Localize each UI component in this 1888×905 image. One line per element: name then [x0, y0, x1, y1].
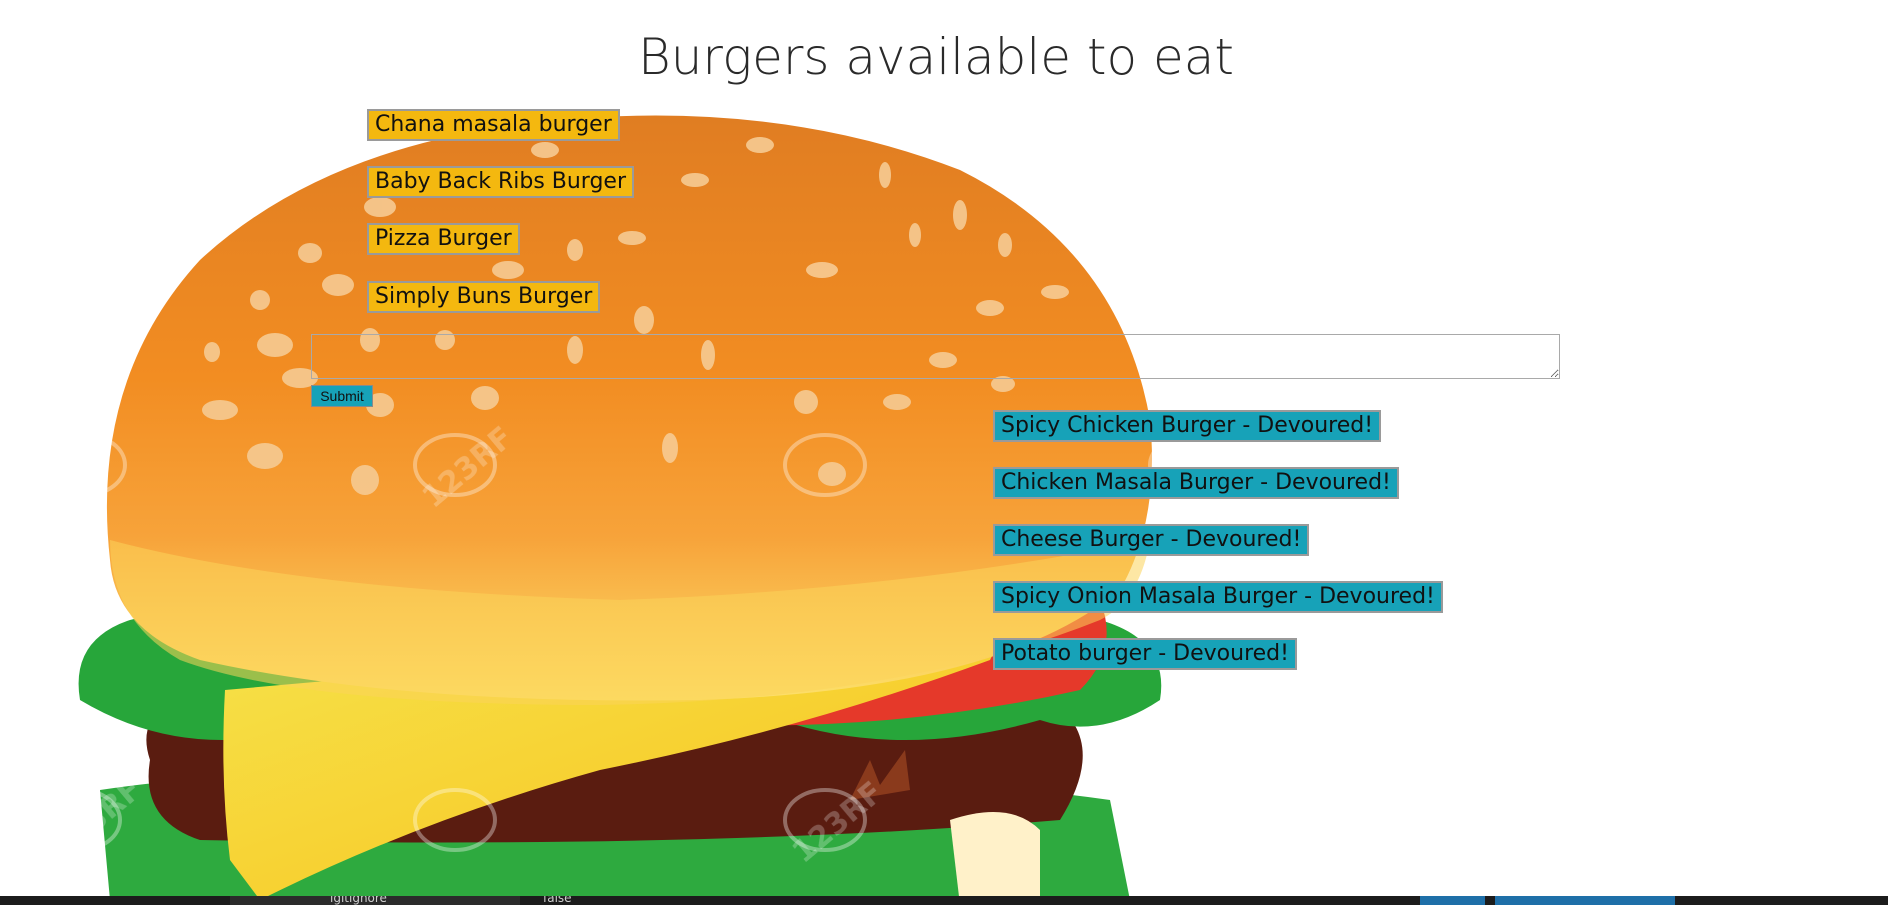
bottom-taskbar: igitignore false: [0, 896, 1888, 905]
devoured-burger-item[interactable]: Potato burger - Devoured!: [993, 638, 1297, 670]
devoured-burger-item[interactable]: Chicken Masala Burger - Devoured!: [993, 467, 1399, 499]
burger-background-image: [78, 115, 1162, 905]
burger-to-eat-button[interactable]: Chana masala burger: [367, 109, 620, 141]
burger-to-eat-button[interactable]: Pizza Burger: [367, 223, 520, 255]
taskbar-item-label: false: [543, 896, 572, 905]
taskbar-button[interactable]: [1420, 896, 1485, 905]
page-root: 123RF 123RF 123RF 123RF 123RF Burgers av…: [0, 0, 1888, 905]
submit-button[interactable]: Submit: [311, 385, 373, 407]
devoured-burger-item[interactable]: Cheese Burger - Devoured!: [993, 524, 1310, 556]
page-title: Burgers available to eat: [637, 28, 1235, 86]
taskbar-item-label: igitignore: [330, 896, 387, 905]
burger-to-eat-button[interactable]: Baby Back Ribs Burger: [367, 166, 635, 198]
taskbar-button[interactable]: [1495, 896, 1675, 905]
devoured-burger-item[interactable]: Spicy Onion Masala Burger - Devoured!: [993, 581, 1443, 613]
devoured-burger-item[interactable]: Spicy Chicken Burger - Devoured!: [993, 410, 1382, 442]
burger-to-eat-button[interactable]: Simply Buns Burger: [367, 281, 601, 313]
burger-name-input[interactable]: [311, 334, 1560, 379]
